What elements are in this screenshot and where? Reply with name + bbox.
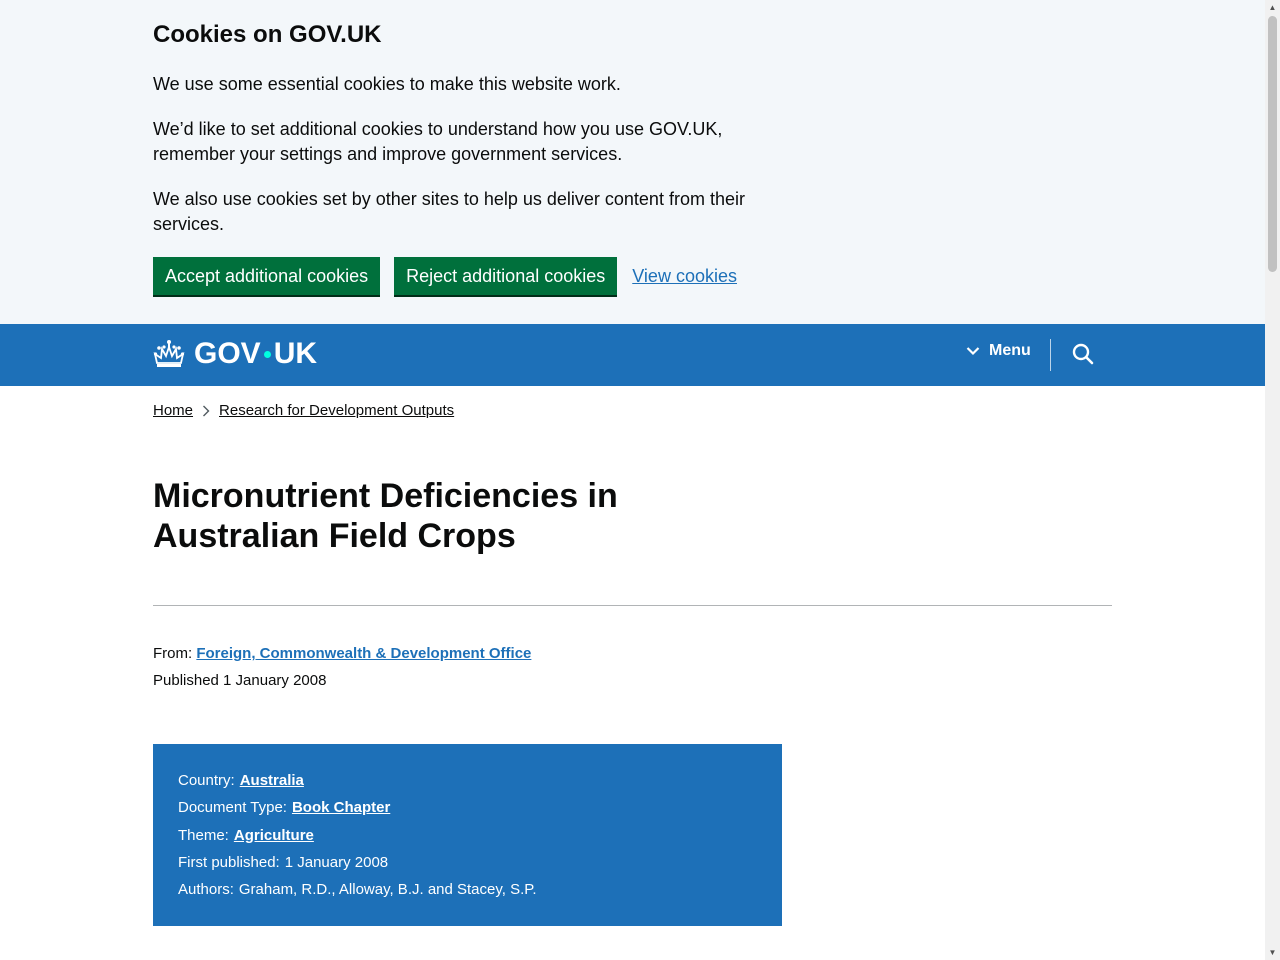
first-published-value: 1 January 2008 [284,853,389,871]
authors-value: Graham, R.D., Alloway, B.J. and Stacey, … [238,881,537,899]
crown-icon [153,340,185,367]
govuk-logo-link[interactable]: GOV UK [153,338,317,370]
detail-label: Document Type: [178,799,287,817]
page-title: Micronutrient Deficiencies in Australian… [153,477,618,555]
detail-country: Country: Australia [178,767,537,794]
country-link[interactable]: Australia [240,767,304,794]
logo-dot [263,350,271,358]
organisation-link[interactable]: Foreign, Commonwealth & Development Offi… [196,645,531,662]
cookie-paragraph-essential: We use some essential cookies to make th… [153,74,621,94]
theme-link[interactable]: Agriculture [234,822,314,849]
document-details-box: Country: Australia Document Type: Book C… [153,744,782,926]
vertical-scrollbar[interactable]: ▲ ▼ [1265,0,1280,960]
detail-label: Authors: [178,881,234,899]
scrollbar-thumb[interactable] [1268,16,1277,272]
detail-theme: Theme: Agriculture [178,822,537,849]
chevron-right-icon [203,405,210,416]
cookie-banner-title: Cookies on GOV.UK [153,21,382,48]
cookie-paragraph-additional: We’d like to set additional cookies to u… [153,119,723,164]
view-cookies-link[interactable]: View cookies [632,266,737,287]
scroll-up-arrow-icon[interactable]: ▲ [1265,0,1280,15]
detail-label: Country: [178,772,235,789]
detail-first-published: First published: 1 January 2008 [178,849,537,876]
site-header: GOV UK Menu [0,324,1265,386]
reject-cookies-button[interactable]: Reject additional cookies [394,257,618,295]
document-type-link[interactable]: Book Chapter [292,794,390,821]
breadcrumb-home[interactable]: Home [153,402,193,419]
detail-label: Theme: [178,826,229,844]
cookie-banner: Cookies on GOV.UK We use some essential … [0,0,1265,324]
govuk-wordmark: GOV UK [194,338,317,370]
published-date: Published 1 January 2008 [153,672,327,689]
detail-label: First published: [178,853,280,871]
accept-cookies-button[interactable]: Accept additional cookies [153,257,381,295]
publication-meta: From: Foreign, Commonwealth & Developmen… [153,640,531,694]
chevron-down-icon [966,347,980,356]
menu-button[interactable]: Menu [966,342,1031,360]
cookie-actions: Accept additional cookies Reject additio… [153,257,773,295]
menu-label: Menu [989,342,1031,359]
section-divider [153,605,1112,606]
page: Cookies on GOV.UK We use some essential … [0,0,1265,960]
cookie-paragraph-third-party: We also use cookies set by other sites t… [153,189,745,234]
search-icon[interactable] [1071,342,1095,366]
from-label: From: [153,645,193,662]
header-divider [1050,339,1051,371]
logo-text-gov: GOV [194,337,261,370]
detail-document-type: Document Type: Book Chapter [178,794,537,821]
detail-authors: Authors: Graham, R.D., Alloway, B.J. and… [178,876,537,903]
scroll-down-arrow-icon[interactable]: ▼ [1265,945,1280,960]
logo-text-uk: UK [273,337,318,370]
breadcrumb: Home Research for Development Outputs [153,402,454,419]
from-line: From: Foreign, Commonwealth & Developmen… [153,640,531,667]
breadcrumb-research-outputs[interactable]: Research for Development Outputs [219,402,454,419]
